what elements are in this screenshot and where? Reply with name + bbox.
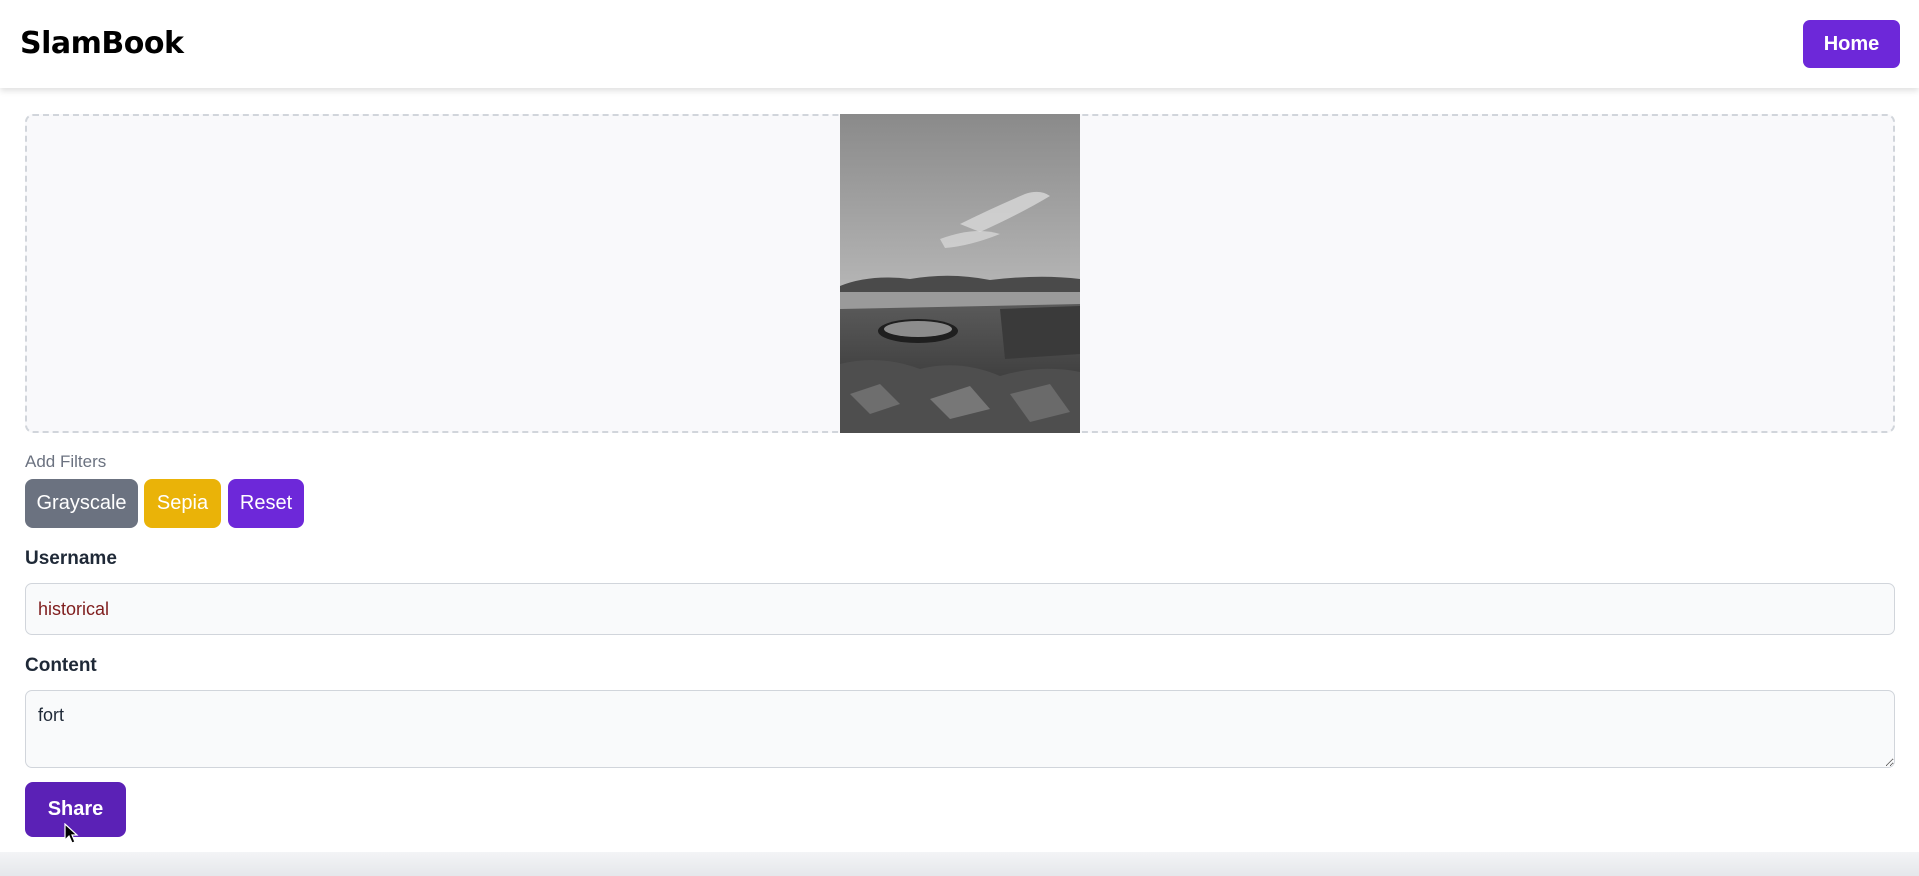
- content-textarea[interactable]: fort: [25, 690, 1895, 768]
- content-label: Content: [25, 655, 97, 676]
- home-button[interactable]: Home: [1803, 20, 1900, 68]
- username-label: Username: [25, 548, 117, 569]
- navbar: SlamBook Home: [0, 0, 1919, 88]
- mouse-pointer-icon: [64, 823, 79, 844]
- add-filters-label: Add Filters: [25, 452, 107, 471]
- grayscale-filter-button[interactable]: Grayscale: [25, 479, 138, 528]
- page-bottom-edge: [0, 852, 1919, 876]
- reset-filter-button[interactable]: Reset: [228, 479, 304, 528]
- brand-logo[interactable]: SlamBook: [20, 26, 184, 61]
- uploaded-photo: [840, 114, 1080, 433]
- sepia-filter-button[interactable]: Sepia: [144, 479, 221, 528]
- username-input[interactable]: [25, 583, 1895, 635]
